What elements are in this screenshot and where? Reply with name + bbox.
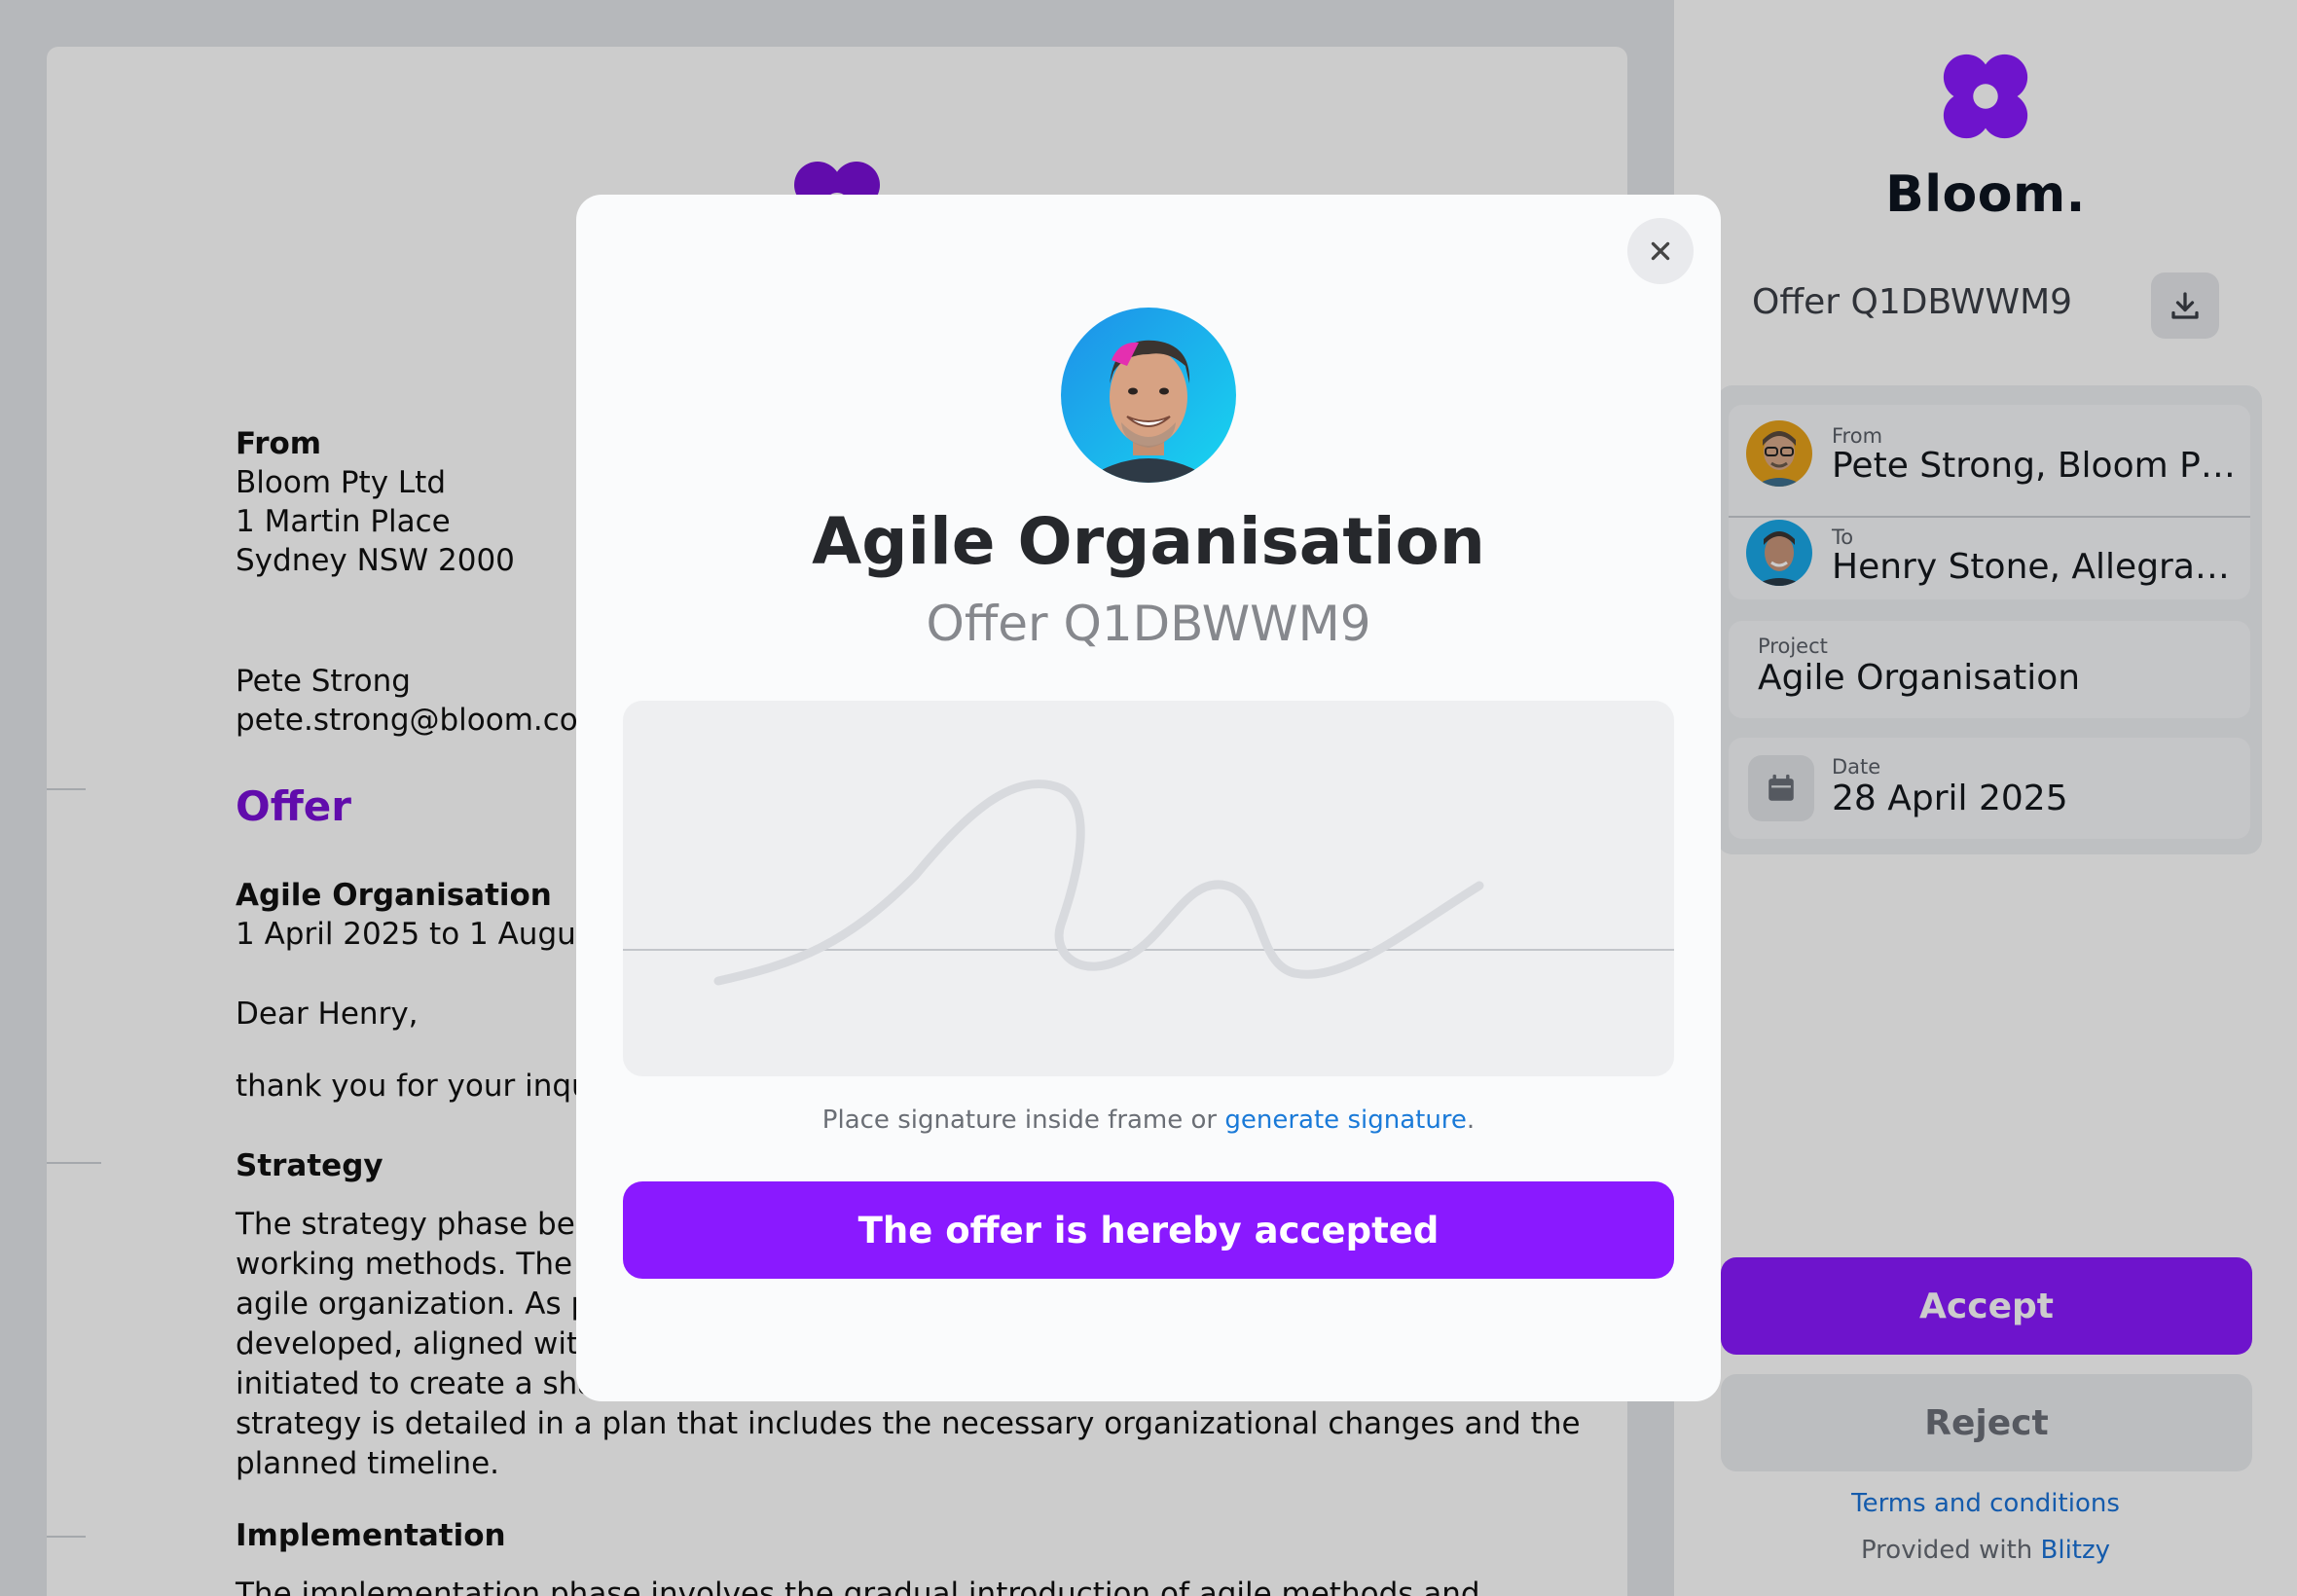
modal-offer-id: Offer Q1DBWWM9 — [926, 596, 1371, 652]
hint-suffix: . — [1466, 1106, 1476, 1135]
signature-canvas[interactable] — [623, 701, 1674, 1076]
close-icon — [1651, 241, 1670, 261]
recipient-avatar — [1061, 308, 1236, 483]
signature-stroke — [713, 780, 1484, 986]
signature-modal: Agile Organisation Offer Q1DBWWM9 Place … — [576, 195, 1721, 1401]
signature-hint: Place signature inside frame or generate… — [576, 1106, 1721, 1135]
confirm-accept-button[interactable]: The offer is hereby accepted — [623, 1181, 1674, 1279]
modal-title: Agile Organisation — [812, 504, 1485, 579]
hint-text: Place signature inside frame or — [821, 1106, 1225, 1135]
generate-signature-link[interactable]: generate signature — [1224, 1106, 1467, 1135]
signature-pad[interactable] — [623, 701, 1674, 1076]
close-button[interactable] — [1627, 218, 1694, 284]
